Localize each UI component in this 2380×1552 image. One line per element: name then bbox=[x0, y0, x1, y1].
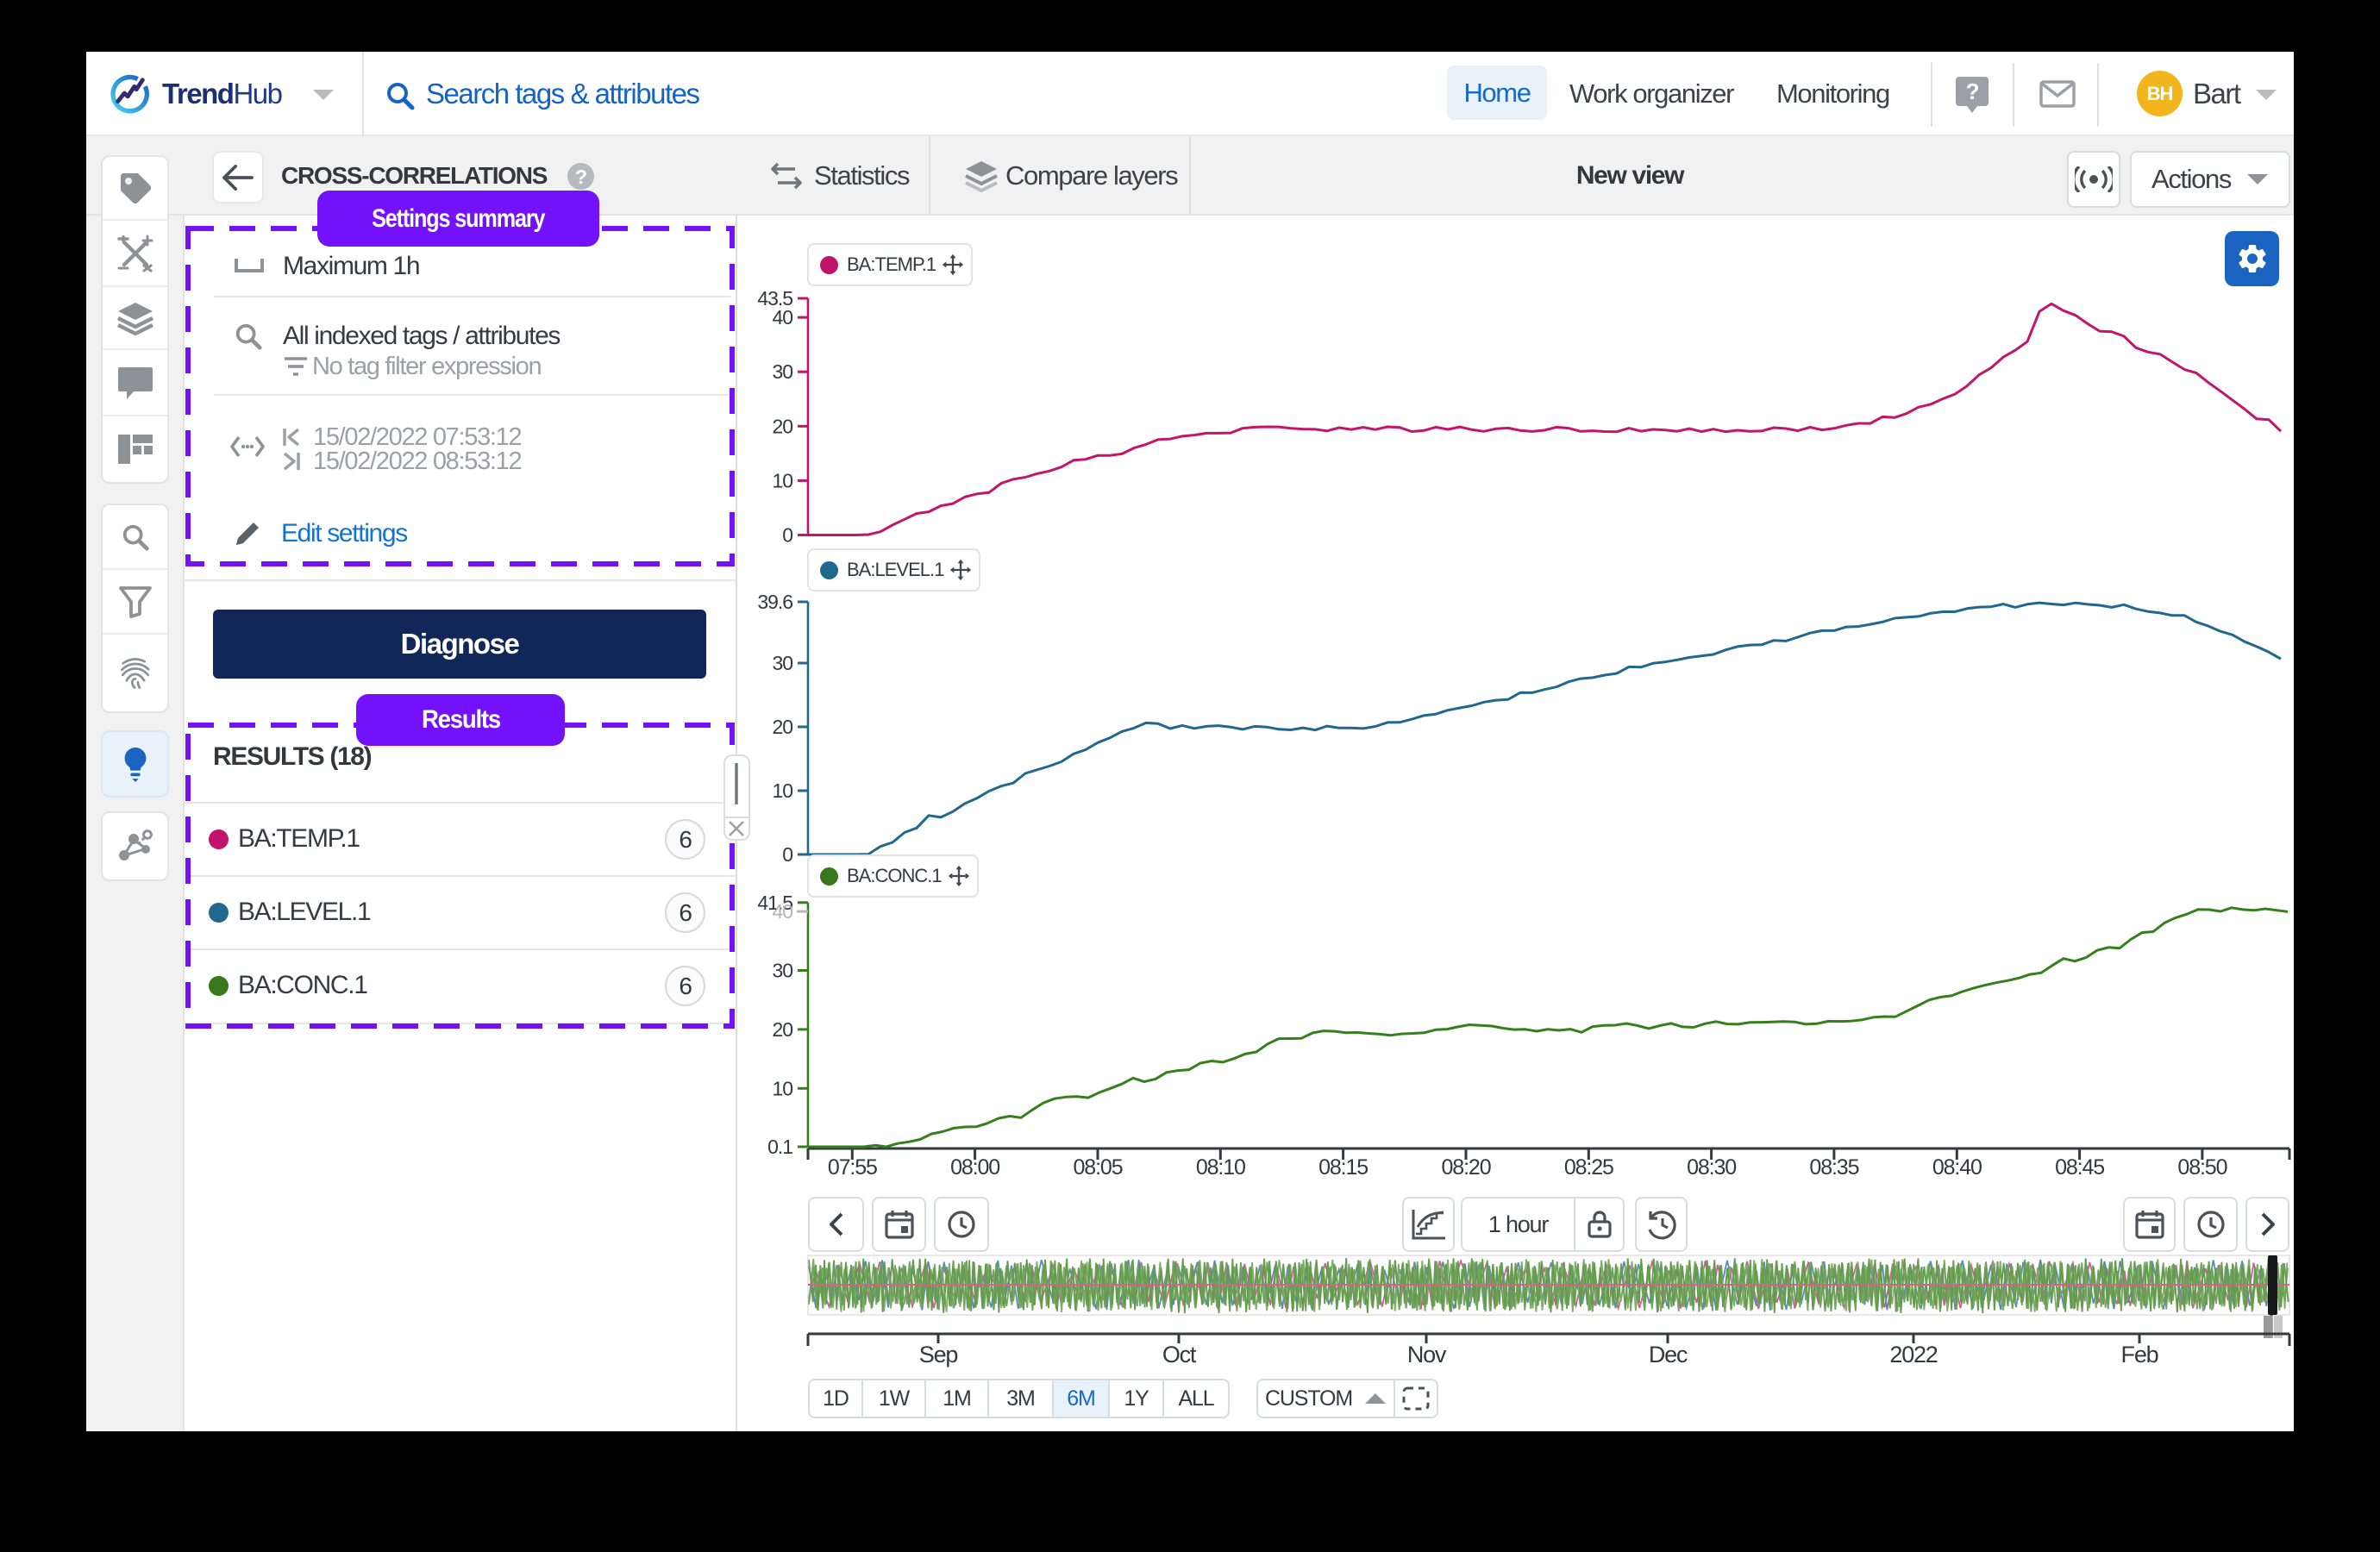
svg-text:?: ? bbox=[575, 166, 586, 188]
svg-text:Sep: Sep bbox=[919, 1342, 958, 1367]
svg-text:0: 0 bbox=[782, 843, 792, 866]
svg-text:0: 0 bbox=[782, 524, 792, 547]
svg-text:08:25: 08:25 bbox=[1564, 1155, 1613, 1180]
svg-text:08:35: 08:35 bbox=[1809, 1155, 1858, 1180]
svg-text:2022: 2022 bbox=[1889, 1342, 1937, 1367]
svg-text:Oct: Oct bbox=[1162, 1342, 1197, 1367]
svg-text:Feb: Feb bbox=[2121, 1342, 2158, 1367]
svg-text:Nov: Nov bbox=[1407, 1342, 1447, 1367]
svg-text:08:45: 08:45 bbox=[2055, 1155, 2104, 1180]
svg-text:10: 10 bbox=[772, 1077, 792, 1099]
svg-text:08:40: 08:40 bbox=[1932, 1155, 1982, 1180]
svg-text:40: 40 bbox=[772, 900, 792, 923]
svg-text:10: 10 bbox=[772, 779, 792, 802]
svg-text:08:15: 08:15 bbox=[1318, 1155, 1368, 1180]
svg-text:08:20: 08:20 bbox=[1442, 1155, 1491, 1180]
svg-text:10: 10 bbox=[772, 469, 792, 491]
svg-text:?: ? bbox=[1966, 78, 1979, 104]
svg-text:40: 40 bbox=[772, 306, 792, 329]
svg-text:08:00: 08:00 bbox=[950, 1155, 999, 1180]
svg-text:08:10: 08:10 bbox=[1196, 1155, 1245, 1180]
svg-text:20: 20 bbox=[772, 716, 792, 738]
svg-text:39.6: 39.6 bbox=[757, 591, 792, 613]
svg-text:30: 30 bbox=[772, 360, 792, 383]
svg-text:30: 30 bbox=[772, 652, 792, 674]
svg-text:20: 20 bbox=[772, 415, 792, 437]
svg-text:20: 20 bbox=[772, 1018, 792, 1041]
svg-text:08:30: 08:30 bbox=[1687, 1155, 1736, 1180]
svg-text:07:55: 07:55 bbox=[828, 1155, 877, 1180]
svg-text:30: 30 bbox=[772, 960, 792, 982]
svg-text:Dec: Dec bbox=[1649, 1342, 1688, 1367]
svg-text:08:05: 08:05 bbox=[1074, 1155, 1123, 1180]
svg-text:0.1: 0.1 bbox=[767, 1136, 792, 1158]
svg-text:08:50: 08:50 bbox=[2177, 1155, 2227, 1180]
